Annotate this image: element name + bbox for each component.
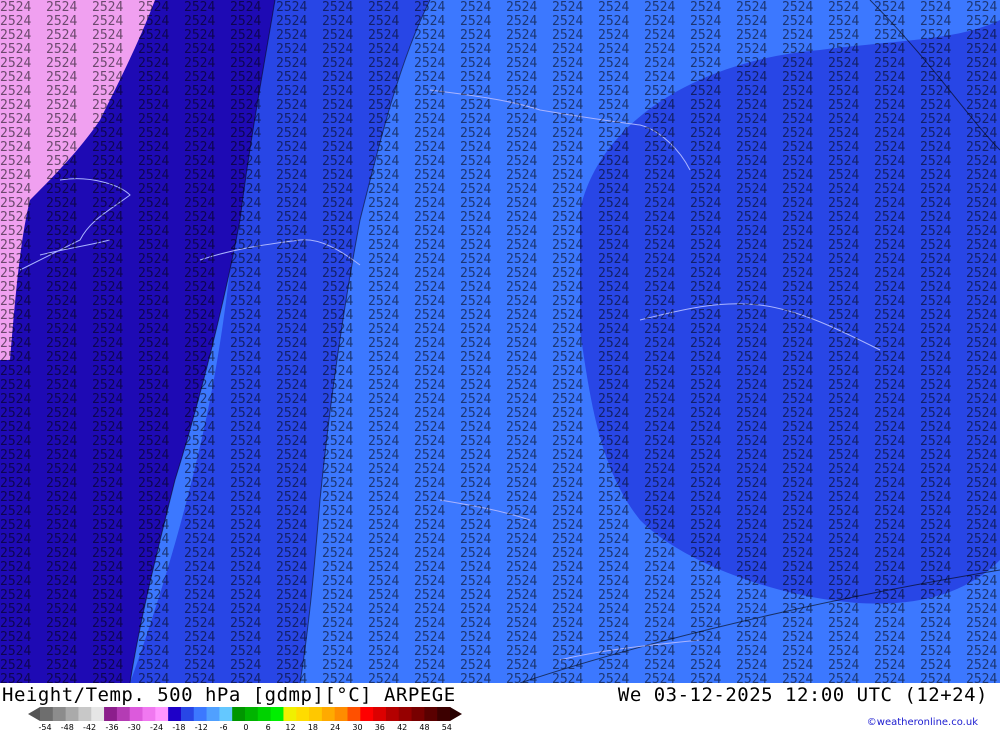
legend-label: -6	[219, 723, 228, 732]
legend-swatch	[424, 707, 438, 721]
legend-arrow-left	[28, 707, 40, 721]
legend-swatch	[398, 707, 413, 721]
legend-swatch	[116, 707, 131, 721]
legend-swatches	[40, 707, 451, 721]
legend-swatch	[360, 707, 374, 721]
legend-swatch	[373, 707, 387, 721]
legend-swatch	[257, 707, 272, 721]
map-title: Height/Temp. 500 hPa [gdmp][°C] ARPEGE	[2, 684, 456, 706]
legend-swatch	[219, 707, 233, 721]
legend-swatch	[40, 707, 54, 721]
legend-label: -24	[150, 723, 164, 732]
legend-label: 24	[330, 723, 341, 732]
legend-swatch	[180, 707, 195, 721]
legend-swatch	[168, 707, 182, 721]
legend-label: 18	[307, 723, 318, 732]
legend-label: 6	[265, 723, 271, 732]
legend-label: -18	[172, 723, 186, 732]
legend-swatch	[155, 707, 169, 721]
legend-swatch	[309, 707, 323, 721]
legend-swatch	[129, 707, 143, 721]
legend-label: 30	[352, 723, 363, 732]
weather-map: 2524	[0, 0, 1000, 683]
legend-swatch	[193, 707, 208, 721]
legend-label: -36	[105, 723, 119, 732]
legend-label: 0	[243, 723, 249, 732]
legend-swatch	[52, 707, 67, 721]
legend-swatch	[142, 707, 156, 721]
credit-link[interactable]: ©weatheronline.co.uk	[867, 717, 978, 728]
legend-swatch	[437, 707, 451, 721]
legend-label: -12	[194, 723, 208, 732]
legend-swatch	[78, 707, 92, 721]
legend-swatch	[283, 707, 297, 721]
legend-swatch	[65, 707, 79, 721]
color-scale-legend	[28, 706, 462, 722]
legend-label: -30	[127, 723, 141, 732]
legend-swatch	[334, 707, 348, 721]
legend-swatch	[347, 707, 361, 721]
legend-label: 12	[285, 723, 296, 732]
legend-swatch	[321, 707, 336, 721]
legend-swatch	[245, 707, 259, 721]
legend-swatch	[270, 707, 284, 721]
legend-swatch	[411, 707, 425, 721]
legend-swatch	[91, 707, 105, 721]
valid-time: We 03-12-2025 12:00 UTC (12+24)	[617, 684, 988, 706]
legend-label: -42	[83, 723, 97, 732]
legend-label: 54	[441, 723, 452, 732]
legend-swatch	[232, 707, 246, 721]
legend-swatch	[296, 707, 310, 721]
legend-swatch	[385, 707, 400, 721]
legend-labels: -54 -48 -42 -36 -30 -24 -18 -12 -6 0 6 12 18 24 30 36 42…	[28, 723, 468, 733]
legend-label: -54	[38, 723, 52, 732]
legend-arrow-right	[450, 707, 462, 721]
legend-swatch	[104, 707, 118, 721]
legend-label: 48	[419, 723, 430, 732]
legend-label: 36	[374, 723, 385, 732]
contour-label-texture	[0, 0, 1000, 683]
legend-label: 42	[397, 723, 408, 732]
legend-label: -48	[60, 723, 74, 732]
legend-swatch	[206, 707, 220, 721]
